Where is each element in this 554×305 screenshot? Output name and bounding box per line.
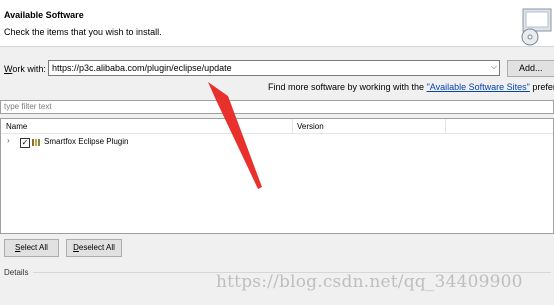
software-tree[interactable]: Name Version › ✓ Smartfox Eclipse Plugin — [0, 118, 554, 234]
available-software-sites-link[interactable]: "Available Software Sites" — [427, 82, 530, 92]
column-header-empty — [446, 119, 553, 134]
work-with-label: Work with: — [4, 64, 46, 74]
table-row[interactable]: › ✓ Smartfox Eclipse Plugin — [1, 136, 553, 150]
deselect-all-button[interactable]: Deselect All — [66, 239, 122, 257]
details-label: Details — [4, 268, 29, 277]
work-with-combo[interactable]: https://p3c.alibaba.com/plugin/eclipse/u… — [48, 60, 500, 76]
filter-placeholder: type filter text — [4, 102, 52, 111]
work-with-value: https://p3c.alibaba.com/plugin/eclipse/u… — [52, 63, 232, 73]
page-title: Available Software — [4, 10, 84, 20]
row-name: Smartfox Eclipse Plugin — [44, 137, 129, 146]
row-checkbox[interactable]: ✓ — [20, 138, 30, 148]
find-more-text: Find more software by working with the "… — [268, 82, 554, 92]
watermark: https://blog.csdn.net/qq_34409900 — [216, 272, 523, 292]
filter-input[interactable]: type filter text — [0, 100, 554, 114]
chevron-down-icon[interactable]: ⌵ — [491, 62, 497, 72]
dialog-header: Available Software Check the items that … — [0, 0, 554, 47]
chevron-right-icon[interactable]: › — [7, 136, 10, 145]
select-all-button[interactable]: Select All — [4, 239, 59, 257]
add-site-button[interactable]: Add... — [507, 60, 554, 77]
page-description: Check the items that you wish to install… — [4, 27, 162, 37]
column-header-name[interactable]: Name — [1, 119, 293, 134]
column-header-version[interactable]: Version — [293, 119, 446, 134]
feature-group-icon — [32, 139, 40, 146]
install-cd-icon — [521, 8, 552, 46]
